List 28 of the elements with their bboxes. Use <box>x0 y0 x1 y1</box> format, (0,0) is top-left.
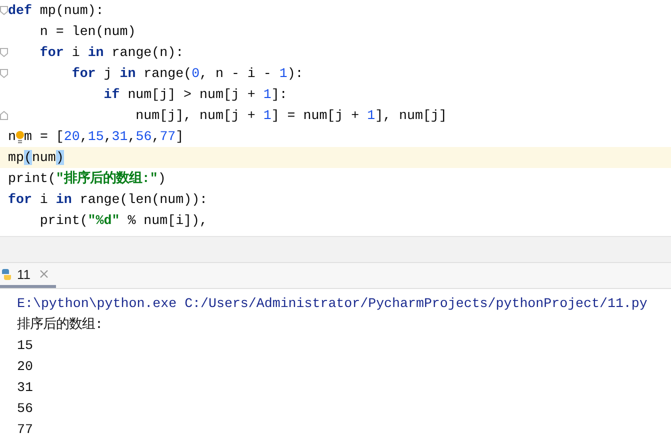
code-line: if num[j] > num[j + 1]: <box>102 86 288 104</box>
output-line: 排序后的数组: <box>17 316 104 334</box>
output-line: 77 <box>17 421 34 438</box>
run-tab[interactable]: 11 <box>0 263 56 288</box>
output-line: 31 <box>17 379 34 397</box>
code-line: for j in range(0, n - i - 1): <box>70 65 304 83</box>
python-icon <box>1 268 12 280</box>
code-line: n = len(num) <box>38 23 136 41</box>
fold-end-icon[interactable] <box>0 111 8 120</box>
panel-splitter[interactable] <box>0 236 671 263</box>
output-line: 56 <box>17 400 34 418</box>
fold-icon[interactable] <box>0 6 8 15</box>
close-icon[interactable] <box>40 270 48 278</box>
output-line: 15 <box>17 337 34 355</box>
code-line: n <box>8 128 16 146</box>
code-line: mp(num) <box>8 149 64 167</box>
code-line: def mp(num): <box>8 2 104 20</box>
lightbulb-icon[interactable] <box>16 130 24 144</box>
code-line: m = [20,15,31,56,77] <box>24 128 184 146</box>
code-line: for i in range(n): <box>38 44 184 62</box>
command-line: E:\python\python.exe C:/Users/Administrator/PycharmProjects/pythonProject/11.py <box>17 295 648 313</box>
fold-icon[interactable] <box>0 48 8 57</box>
code-line: print("排序后的数组:") <box>8 169 166 188</box>
code-line: print("%d" % num[i]), <box>38 212 208 230</box>
output-line: 20 <box>17 358 34 376</box>
code-line: for i in range(len(num)): <box>8 191 208 209</box>
fold-icon[interactable] <box>0 69 8 78</box>
code-line: num[j], num[j + 1] = num[j + 1], num[j] <box>134 107 447 125</box>
